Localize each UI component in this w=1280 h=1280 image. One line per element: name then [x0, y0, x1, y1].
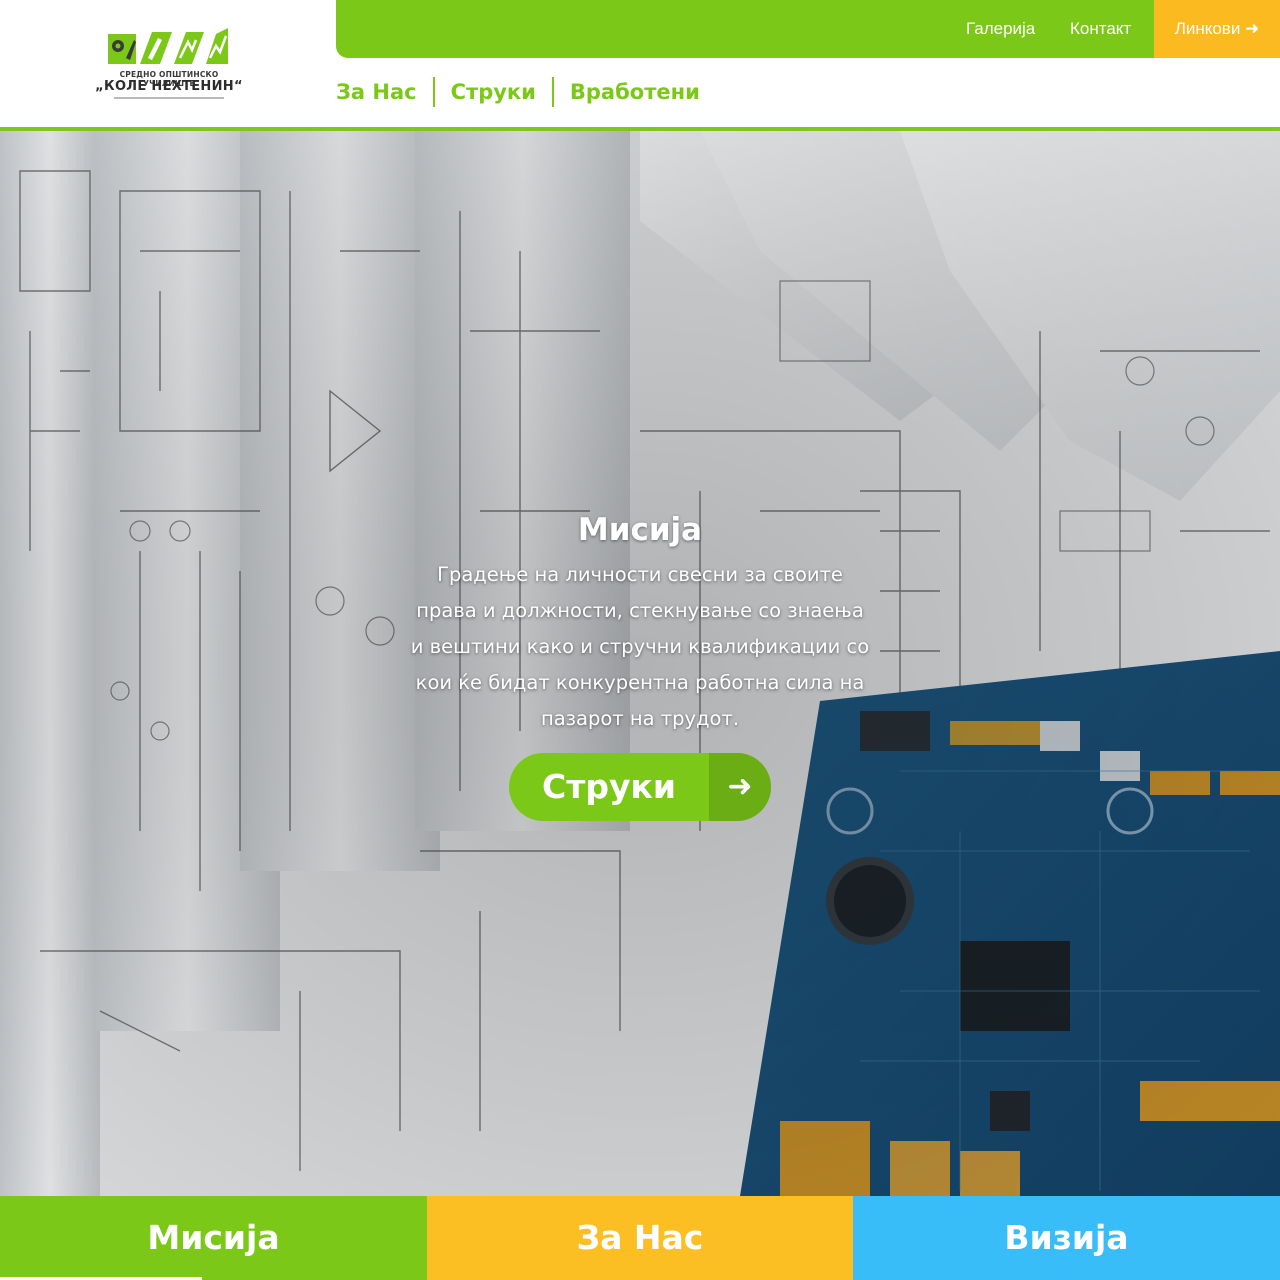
programs-cta-label: Струки	[542, 767, 676, 806]
main-navigation: За Нас Струки Вработени	[336, 76, 716, 108]
tab-mission[interactable]: Мисија	[0, 1196, 427, 1280]
logo-underline	[114, 97, 224, 99]
hero-description: Градење на личности свесни за своите пра…	[385, 557, 895, 737]
nav-item-programs[interactable]: Струки	[432, 77, 552, 107]
hero-text-line: пазарот на трудот.	[540, 707, 740, 730]
hero-text-line: и вештини како и стручни квалификации со	[410, 635, 870, 658]
hero-text-line: права и должности, стекнување со знаења	[416, 599, 864, 622]
hero-text-line: Градење на личности свесни за своите	[437, 563, 843, 586]
tab-vision-label: Визија	[1004, 1218, 1129, 1257]
hero-section: Мисија Градење на личности свесни за сво…	[0, 131, 1280, 1196]
programs-cta-button[interactable]: Струки ➜	[509, 753, 771, 821]
tab-mission-label: Мисија	[147, 1218, 280, 1257]
nav-item-staff[interactable]: Вработени	[551, 77, 716, 107]
tab-about[interactable]: За Нас	[427, 1196, 853, 1280]
links-button[interactable]: Линкови ➜	[1154, 0, 1280, 58]
tab-vision[interactable]: Визија	[853, 1196, 1280, 1280]
top-bar: Галерија Контакт Линкови ➜	[336, 0, 1280, 58]
hero-title: Мисија	[577, 512, 703, 548]
hero-text-line: кои ќе бидат конкурентна работна сила на	[415, 671, 865, 694]
logo-school-name: „КОЛЕ НЕХТЕНИН“	[95, 79, 243, 94]
nav-item-about[interactable]: За Нас	[336, 77, 433, 107]
arrow-right-icon: ➜	[709, 753, 771, 821]
tab-about-label: За Нас	[576, 1218, 704, 1257]
section-tabs: Мисија За Нас Визија	[0, 1196, 1280, 1280]
site-header: СРЕДНО ОПШТИНСКО УЧИЛИШТЕ „КОЛЕ НЕХТЕНИН…	[0, 0, 1280, 128]
gallery-link[interactable]: Галерија	[966, 0, 1035, 58]
logo-emblem-icon	[108, 28, 228, 64]
school-logo[interactable]: СРЕДНО ОПШТИНСКО УЧИЛИШТЕ „КОЛЕ НЕХТЕНИН…	[94, 26, 244, 102]
contact-link[interactable]: Контакт	[1070, 0, 1131, 58]
